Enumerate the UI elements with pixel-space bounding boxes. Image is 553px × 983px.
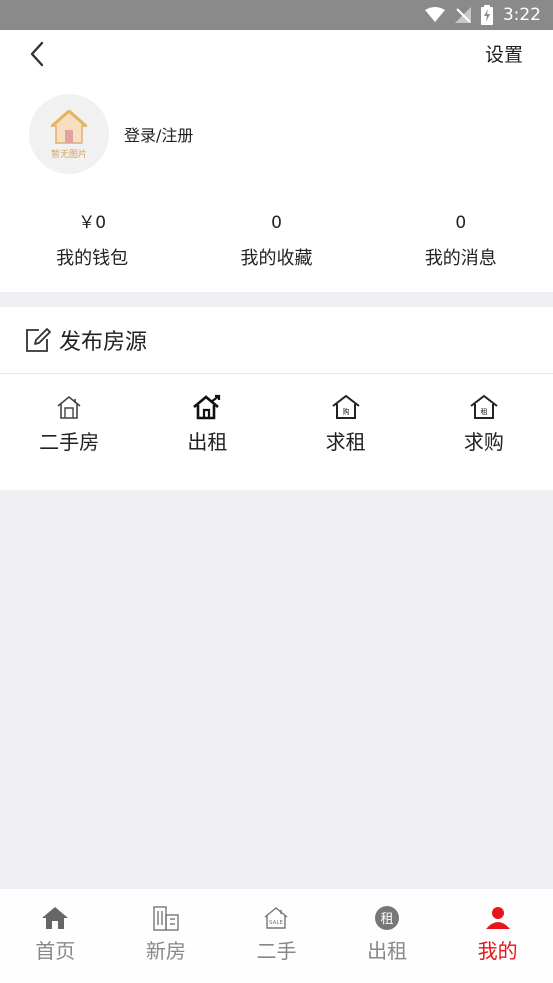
favorites-stat[interactable]: 0 我的收藏 bbox=[184, 210, 368, 280]
house-rent-icon bbox=[193, 394, 221, 420]
tab-secondhand-label: 二手 bbox=[256, 939, 297, 963]
favorites-value: 0 bbox=[271, 213, 282, 233]
messages-stat[interactable]: 0 我的消息 bbox=[369, 210, 553, 280]
bottom-tab-bar: 首页 新房 SALE 二手 租 出租 我的 bbox=[0, 888, 553, 983]
sale-house-icon: SALE bbox=[265, 907, 288, 929]
svg-text:租: 租 bbox=[381, 912, 394, 927]
publish-actions: 二手房 出租 购 求租 租 求购 bbox=[0, 374, 553, 489]
tab-mine-label: 我的 bbox=[477, 939, 518, 963]
user-icon bbox=[485, 907, 510, 929]
house-sale-icon bbox=[57, 395, 81, 419]
publish-seek-rent-label: 求租 bbox=[325, 430, 366, 454]
publish-rent-label: 出租 bbox=[187, 430, 228, 454]
tab-home[interactable]: 首页 bbox=[0, 889, 111, 983]
settings-button[interactable]: 设置 bbox=[485, 40, 523, 67]
tab-home-label: 首页 bbox=[35, 939, 76, 963]
house-rent-request-icon: 租 bbox=[470, 394, 498, 419]
wallet-value: ￥0 bbox=[78, 213, 107, 233]
svg-text:购: 购 bbox=[342, 407, 349, 416]
wifi-icon bbox=[424, 7, 445, 22]
tab-mine[interactable]: 我的 bbox=[442, 889, 553, 983]
favorites-label: 我的收藏 bbox=[240, 248, 313, 269]
publish-seek-buy-button[interactable]: 租 求购 bbox=[415, 374, 553, 489]
messages-value: 0 bbox=[455, 213, 467, 233]
tab-secondhand[interactable]: SALE 二手 bbox=[221, 889, 332, 983]
chevron-left-icon bbox=[30, 41, 44, 67]
login-register-link[interactable]: 登录/注册 bbox=[124, 122, 193, 146]
house-buy-request-icon: 购 bbox=[332, 394, 360, 419]
publish-title: 发布房源 bbox=[59, 330, 148, 355]
messages-label: 我的消息 bbox=[424, 248, 497, 269]
avatar[interactable]: 暂无图片 bbox=[29, 94, 109, 174]
publish-secondhand-label: 二手房 bbox=[39, 430, 100, 454]
publish-seek-buy-label: 求购 bbox=[463, 430, 504, 454]
wallet-label: 我的钱包 bbox=[56, 248, 129, 269]
building-icon bbox=[153, 906, 179, 931]
publish-header: 发布房源 bbox=[0, 307, 553, 374]
status-time: 3:22 bbox=[502, 5, 541, 25]
home-icon bbox=[42, 907, 69, 929]
status-bar: 3:22 bbox=[0, 0, 553, 30]
svg-text:租: 租 bbox=[480, 408, 487, 416]
no-signal-icon bbox=[454, 7, 471, 23]
placeholder-house-icon bbox=[50, 109, 88, 144]
tab-new-house[interactable]: 新房 bbox=[111, 889, 222, 983]
publish-rent-button[interactable]: 出租 bbox=[138, 374, 276, 489]
publish-seek-rent-button[interactable]: 购 求租 bbox=[277, 374, 415, 489]
tab-rent-label: 出租 bbox=[367, 939, 408, 963]
back-button[interactable] bbox=[26, 40, 50, 68]
tab-new-house-label: 新房 bbox=[145, 939, 186, 963]
avatar-caption: 暂无图片 bbox=[50, 150, 87, 160]
publish-section: 发布房源 二手房 出租 购 求租 租 求购 bbox=[0, 307, 553, 490]
tab-rent[interactable]: 租 出租 bbox=[332, 889, 443, 983]
rent-badge-icon: 租 bbox=[375, 906, 400, 930]
edit-icon bbox=[26, 328, 51, 352]
svg-text:SALE: SALE bbox=[270, 920, 284, 926]
battery-charging-icon bbox=[480, 5, 493, 25]
stats-row: ￥0 我的钱包 0 我的收藏 0 我的消息 bbox=[0, 210, 553, 280]
publish-secondhand-button[interactable]: 二手房 bbox=[0, 374, 138, 489]
wallet-stat[interactable]: ￥0 我的钱包 bbox=[0, 210, 184, 280]
